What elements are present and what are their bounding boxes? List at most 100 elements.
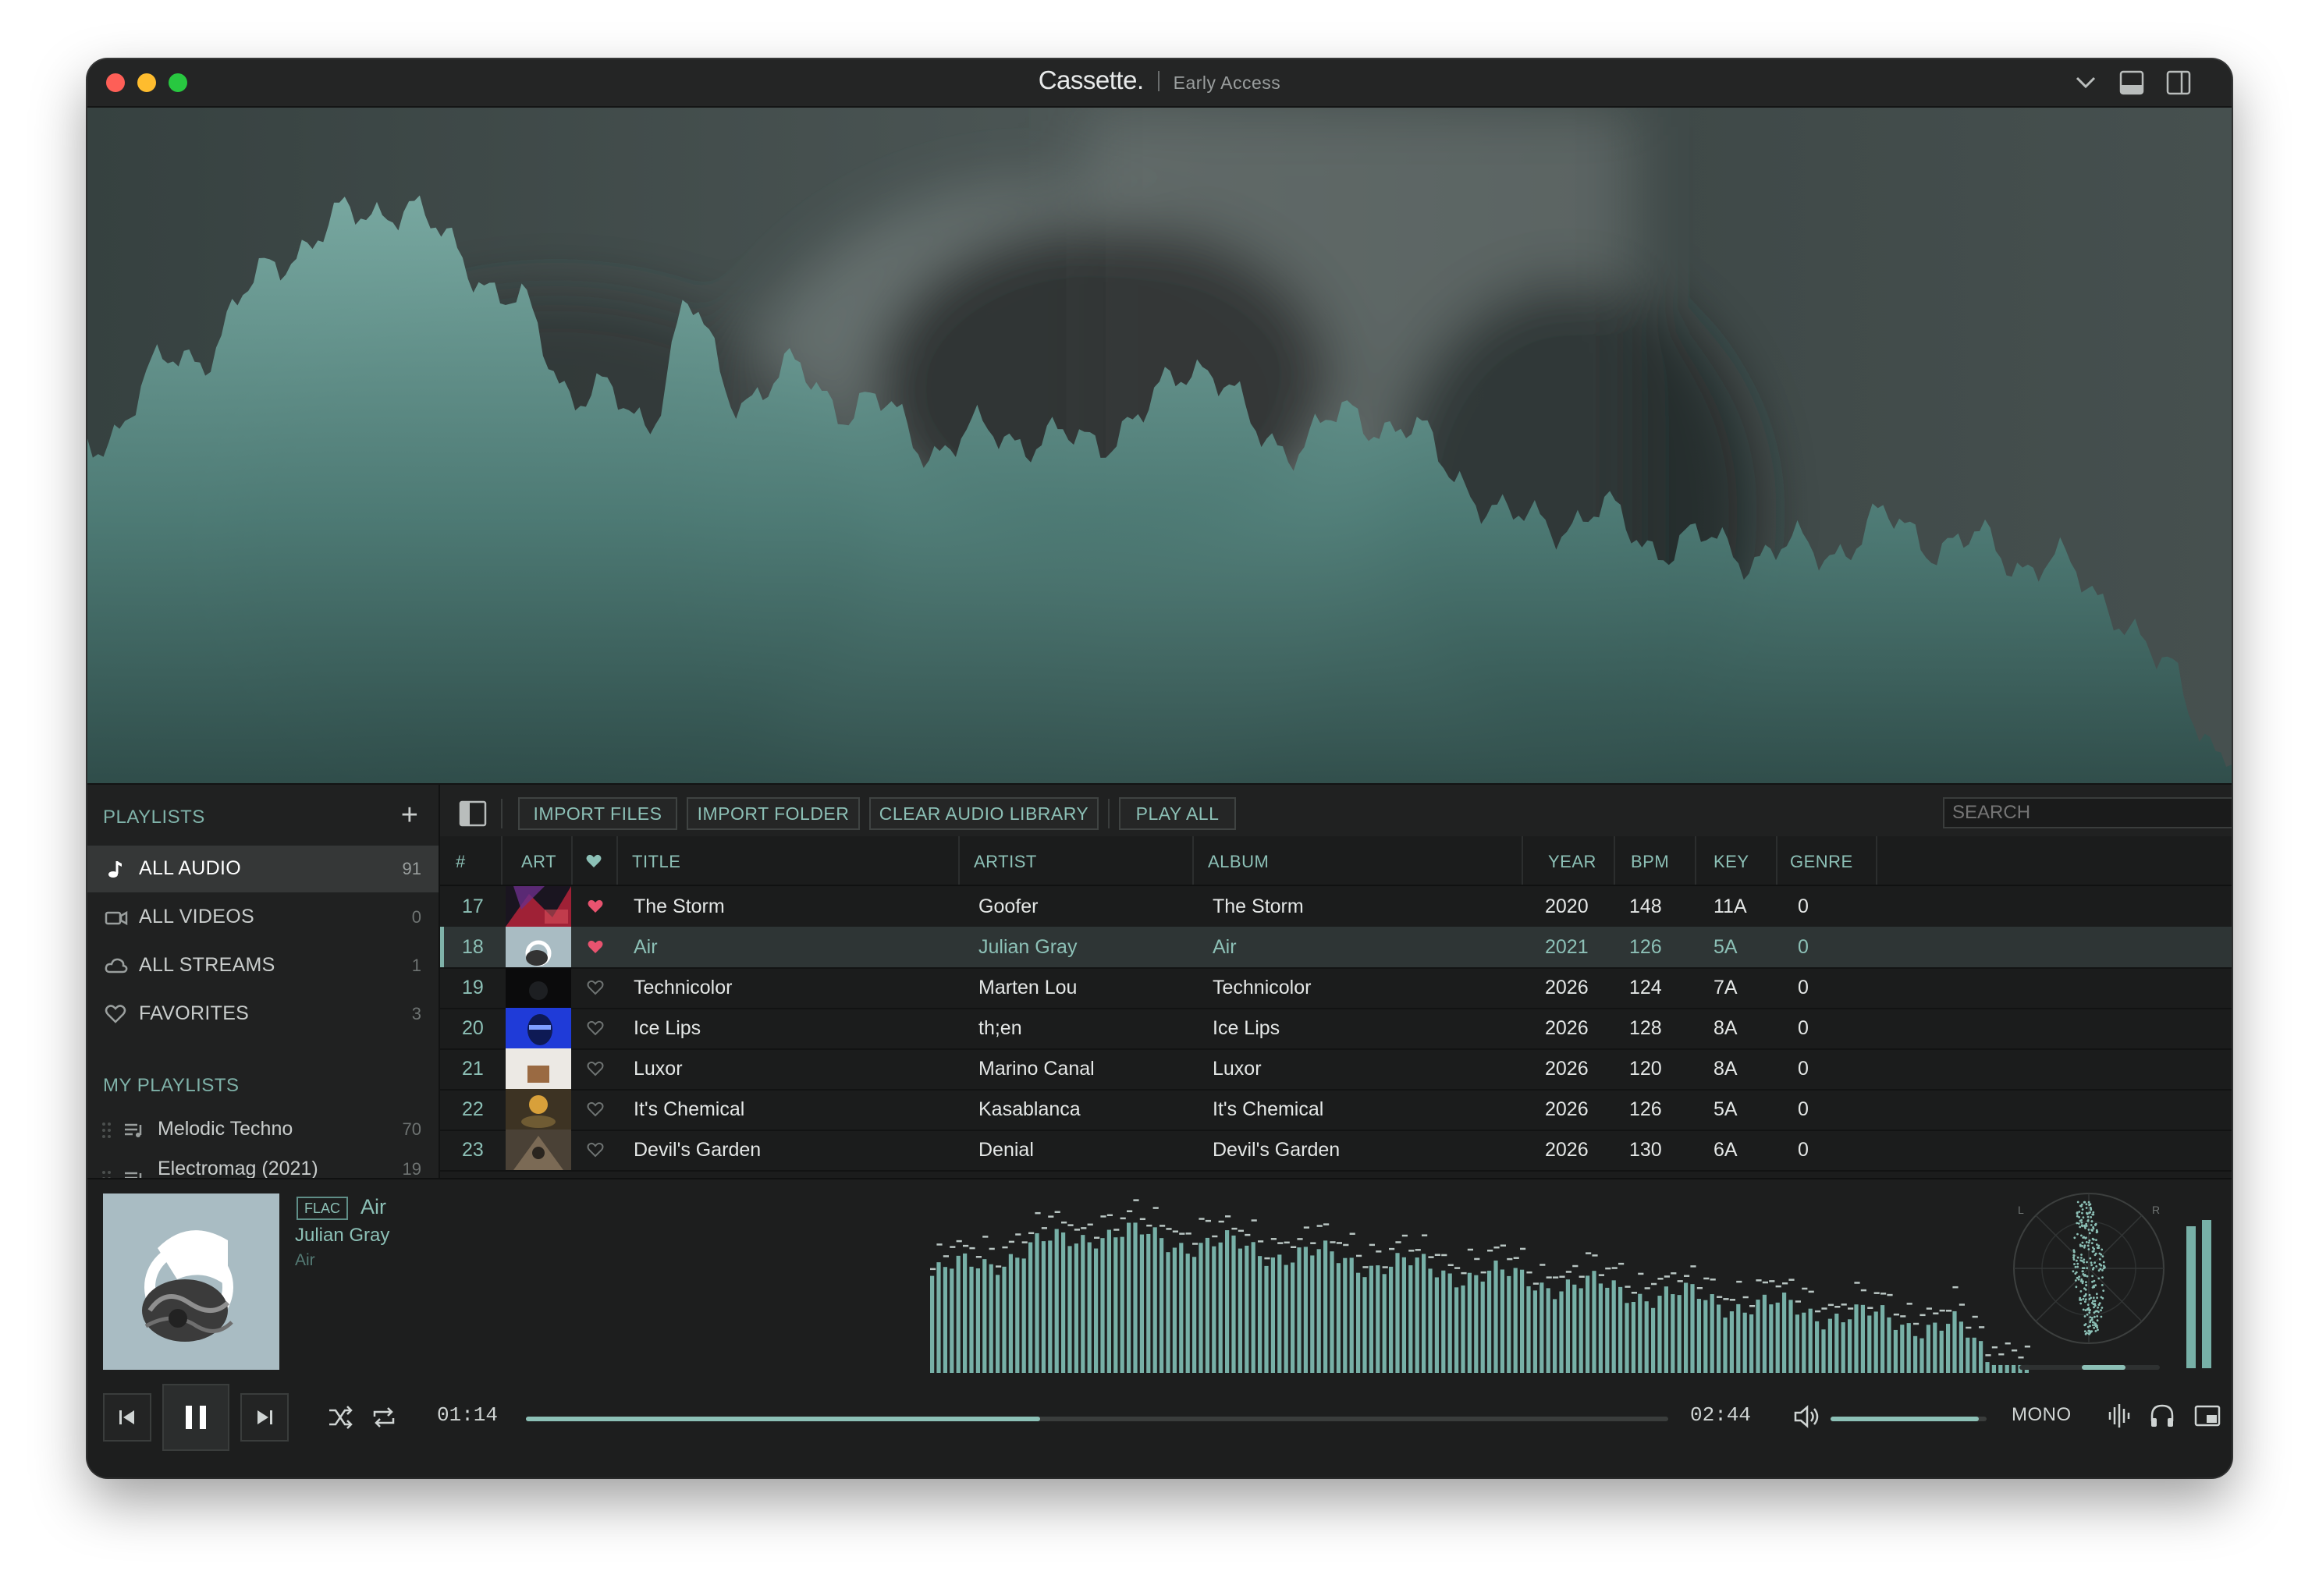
next-track-button[interactable] <box>240 1393 289 1442</box>
spectrum-peak <box>1284 1241 1290 1244</box>
column-header-title[interactable]: TITLE <box>632 852 680 872</box>
spectrum-bar <box>1113 1237 1118 1373</box>
favorite-column-heart-icon[interactable] <box>585 853 602 869</box>
scope-dot <box>2100 1264 2103 1267</box>
column-header-genre[interactable]: GENRE <box>1790 852 1853 872</box>
drag-handle-icon[interactable] <box>101 1122 112 1139</box>
play-all-button[interactable]: PLAY ALL <box>1119 797 1236 830</box>
scope-dot <box>2092 1285 2095 1288</box>
add-playlist-button[interactable]: + <box>401 799 418 832</box>
sidebar-item-all-audio[interactable]: ALL AUDIO 91 <box>87 846 439 892</box>
spectrum-peak <box>1736 1280 1742 1283</box>
spectrum-peak <box>1002 1246 1008 1249</box>
import-folder-button[interactable]: IMPORT FOLDER <box>687 797 860 830</box>
spectrum-peak <box>969 1247 975 1250</box>
album-art-thumbnail <box>506 1048 571 1089</box>
scope-dot <box>2081 1208 2084 1211</box>
favorite-heart-icon[interactable] <box>587 899 604 914</box>
volume-icon[interactable] <box>1793 1404 1820 1429</box>
spectrum-analyzer <box>930 1199 2030 1373</box>
spectrum-bar <box>1133 1222 1138 1373</box>
favorite-heart-icon[interactable] <box>587 1142 604 1158</box>
spectrum-peak <box>1015 1233 1021 1236</box>
spectrum-bar <box>1513 1268 1518 1373</box>
spectrum-bar <box>1749 1314 1754 1373</box>
spectrum-bar <box>1671 1294 1675 1373</box>
spectrum-peak <box>1382 1266 1388 1268</box>
column-header-art[interactable]: ART <box>521 852 556 872</box>
spectrum-peak <box>1100 1215 1106 1218</box>
scope-dot <box>2087 1329 2090 1332</box>
favorite-heart-icon[interactable] <box>587 1020 604 1036</box>
scope-dot <box>2086 1275 2089 1278</box>
spectrum-peak <box>1362 1266 1369 1268</box>
spectrum-bar <box>1854 1304 1859 1373</box>
bottom-panel-toggle-icon[interactable] <box>2119 70 2144 95</box>
repeat-icon[interactable] <box>371 1406 396 1429</box>
favorite-heart-icon[interactable] <box>587 1101 604 1117</box>
spectrum-bar <box>1487 1270 1492 1373</box>
column-header-artist[interactable]: ARTIST <box>974 852 1037 872</box>
waveform-icon[interactable] <box>2107 1403 2130 1429</box>
playlist-item-electromag[interactable]: Electromag (2021) 19 <box>87 1154 439 1179</box>
album-art-thumbnail <box>506 927 571 967</box>
column-header-year[interactable]: YEAR <box>1548 852 1596 872</box>
spectrum-peak <box>1067 1224 1074 1226</box>
spectrum-bar <box>1703 1300 1708 1373</box>
table-row-selected[interactable]: 18 Air Julian Gray Air 2021 126 5A 0 <box>440 927 2232 969</box>
scope-dot <box>2080 1221 2083 1224</box>
spectrum-bar <box>1349 1257 1354 1373</box>
table-row[interactable]: 17 The Storm Goofer The Storm 2020 148 1… <box>440 886 2232 928</box>
now-playing-artist[interactable]: Julian Gray <box>295 1225 389 1247</box>
table-row[interactable]: 20 Ice Lips th;en Ice Lips 2026 128 8A 0 <box>440 1008 2232 1050</box>
column-header-album[interactable]: ALBUM <box>1208 852 1269 872</box>
spectrum-bar <box>1008 1254 1013 1373</box>
import-files-button[interactable]: IMPORT FILES <box>518 797 677 830</box>
clear-audio-library-button[interactable]: CLEAR AUDIO LIBRARY <box>869 797 1099 830</box>
picture-in-picture-icon[interactable] <box>2194 1404 2221 1428</box>
sidebar-toggle-icon[interactable] <box>459 800 487 827</box>
scope-dot <box>2076 1211 2079 1215</box>
spectrum-bar <box>1559 1291 1564 1373</box>
table-row[interactable]: 21 Luxor Marino Canal Luxor 2026 120 8A … <box>440 1048 2232 1091</box>
table-row[interactable]: 19 Technicolor Marten Lou Technicolor 20… <box>440 967 2232 1009</box>
spectrum-bar <box>1717 1304 1721 1373</box>
scope-dot <box>2076 1222 2079 1225</box>
spectrum-peak <box>1474 1257 1480 1261</box>
scope-dot <box>2099 1257 2101 1261</box>
stereo-scope: L R <box>2013 1193 2165 1370</box>
previous-track-button[interactable] <box>103 1393 151 1442</box>
column-header-bpm[interactable]: BPM <box>1631 852 1669 872</box>
spectrum-bar <box>1395 1253 1400 1373</box>
spectrum-bar <box>1074 1243 1078 1373</box>
track-genre: 0 <box>1798 936 1809 958</box>
favorite-heart-icon[interactable] <box>587 939 604 955</box>
sidebar-item-all-videos[interactable]: ALL VIDEOS 0 <box>87 894 439 941</box>
table-row[interactable]: 22 It's Chemical Kasablanca It's Chemica… <box>440 1089 2232 1131</box>
spectrum-bar <box>1054 1229 1059 1373</box>
scope-dot <box>2080 1203 2083 1206</box>
scope-dot <box>2097 1303 2101 1307</box>
search-input[interactable] <box>1943 797 2232 828</box>
headphones-icon[interactable] <box>2149 1403 2175 1429</box>
side-panel-toggle-icon[interactable] <box>2166 70 2191 95</box>
play-pause-button[interactable] <box>162 1384 229 1451</box>
column-header-number[interactable]: # <box>456 852 466 872</box>
scope-dot <box>2093 1315 2096 1318</box>
sidebar-item-all-streams[interactable]: ALL STREAMS 1 <box>87 942 439 989</box>
favorite-heart-icon[interactable] <box>587 1061 604 1076</box>
chevron-down-icon[interactable] <box>2074 73 2097 92</box>
mono-toggle[interactable]: MONO <box>2012 1404 2072 1426</box>
spectrum-peak <box>1330 1241 1336 1243</box>
table-row[interactable]: 23 Devil's Garden Denial Devil's Garden … <box>440 1130 2232 1172</box>
shuffle-icon[interactable] <box>328 1406 353 1429</box>
sidebar-item-count: 91 <box>402 859 421 878</box>
spectrum-peak <box>1297 1238 1303 1240</box>
column-header-key[interactable]: KEY <box>1714 852 1749 872</box>
spectrum-bar <box>1684 1282 1689 1373</box>
now-playing-album[interactable]: Air <box>295 1251 315 1270</box>
track-year: 2026 <box>1545 1139 1589 1161</box>
sidebar-item-favorites[interactable]: FAVORITES 3 <box>87 991 439 1037</box>
playlist-item-melodic-techno[interactable]: Melodic Techno 70 <box>87 1106 439 1153</box>
favorite-heart-icon[interactable] <box>587 980 604 995</box>
